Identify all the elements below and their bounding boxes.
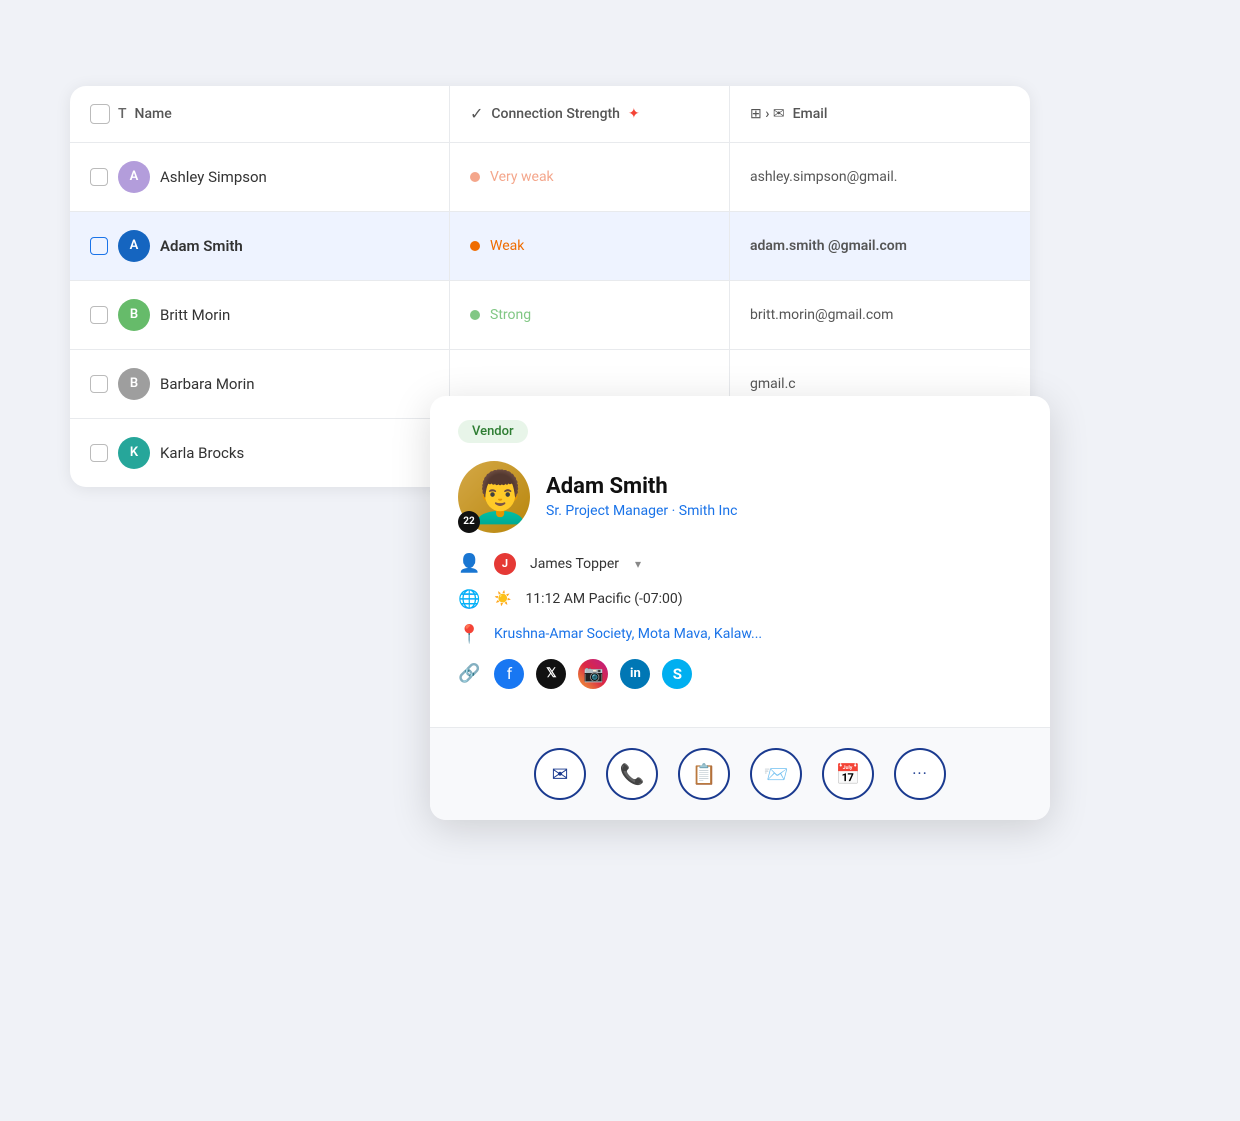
row-checkbox[interactable] [90, 375, 108, 393]
email-button[interactable]: ✉ [534, 748, 586, 800]
contact-popup: Vendor 22 Adam Smith Sr. Project Manager… [430, 396, 1050, 820]
name-cell: B Barbara Morin [70, 350, 450, 418]
sparkle-icon: ✦ [628, 106, 640, 122]
time-icon: 🌐 [458, 589, 480, 610]
note-button[interactable]: 📋 [678, 748, 730, 800]
strength-dot [470, 241, 480, 251]
row-checkbox[interactable] [90, 444, 108, 462]
facebook-icon[interactable]: f [494, 659, 524, 689]
time-emoji: ☀️ [494, 591, 511, 607]
table-header: T Name ✓ Connection Strength ✦ ⊞ › ✉ Ema… [70, 86, 1030, 143]
strength-cell: Very weak [450, 143, 730, 211]
more-button[interactable]: ··· [894, 748, 946, 800]
linkedin-icon[interactable]: in [620, 659, 650, 689]
email-col-label: Email [793, 106, 828, 122]
strength-dot [470, 172, 480, 182]
strength-cell: Strong [450, 281, 730, 349]
name-col-label: Name [135, 106, 172, 122]
name-cell: A Adam Smith [70, 212, 450, 280]
name-cell: B Britt Morin [70, 281, 450, 349]
phone-button[interactable]: 📞 [606, 748, 658, 800]
popup-top: Vendor 22 Adam Smith Sr. Project Manager… [430, 396, 1050, 727]
avatar: A [118, 230, 150, 262]
contact-name: Adam Smith [160, 237, 243, 255]
strength-cell: Weak [450, 212, 730, 280]
popup-avatar-wrap: 22 [458, 461, 530, 533]
name-col-icon: T [118, 106, 127, 122]
owner-name: James Topper [530, 556, 619, 572]
link-icon: 🔗 [458, 663, 480, 684]
owner-avatar: J [494, 553, 516, 575]
email-cell: ashley.simpson@gmail. [730, 143, 1030, 211]
name-cell: A Ashley Simpson [70, 143, 450, 211]
owner-row: 👤 J James Topper ▾ [458, 553, 1022, 575]
main-container: T Name ✓ Connection Strength ✦ ⊞ › ✉ Ema… [70, 86, 1170, 1036]
name-cell: K Karla Brocks [70, 419, 450, 487]
strength-label: Strong [490, 307, 531, 323]
email-cell: adam.smith @gmail.com [730, 212, 1030, 280]
location-icon: 📍 [458, 624, 480, 645]
table-row[interactable]: A Adam Smith Weak adam.smith @gmail.com [70, 212, 1030, 281]
contact-name: Ashley Simpson [160, 168, 267, 186]
row-checkbox[interactable] [90, 237, 108, 255]
th-connection: ✓ Connection Strength ✦ [450, 86, 730, 142]
connection-check-icon: ✓ [470, 104, 483, 123]
avatar: A [118, 161, 150, 193]
email-value: adam.smith @gmail.com [750, 238, 907, 254]
chevron-down-icon[interactable]: ▾ [635, 557, 641, 571]
header-checkbox[interactable] [90, 104, 110, 124]
strength-label: Weak [490, 238, 524, 254]
avatar: B [118, 299, 150, 331]
contact-name: Karla Brocks [160, 444, 244, 462]
connection-col-label: Connection Strength [491, 106, 620, 122]
email-value: britt.morin@gmail.com [750, 307, 893, 323]
location-row: 📍 Krushna-Amar Society, Mota Mava, Kalaw… [458, 624, 1022, 645]
time-row: 🌐 ☀️ 11:12 AM Pacific (-07:00) [458, 589, 1022, 610]
contact-name: Britt Morin [160, 306, 230, 324]
strength-dot [470, 310, 480, 320]
avatar: B [118, 368, 150, 400]
email-value: gmail.c [750, 376, 796, 392]
time-value: 11:12 AM Pacific (-07:00) [525, 591, 682, 607]
owner-icon: 👤 [458, 553, 480, 574]
email-col-icon: ⊞ › ✉ [750, 106, 785, 122]
social-icons: f 𝕏 📷 in S [494, 659, 692, 689]
contact-name: Barbara Morin [160, 375, 255, 393]
popup-job-title: Sr. Project Manager · Smith Inc [546, 503, 737, 519]
popup-identity: 22 Adam Smith Sr. Project Manager · Smit… [458, 461, 1022, 533]
twitter-icon[interactable]: 𝕏 [536, 659, 566, 689]
popup-contact-name: Adam Smith [546, 474, 737, 499]
strength-label: Very weak [490, 169, 554, 185]
location-value[interactable]: Krushna-Amar Society, Mota Mava, Kalaw..… [494, 626, 762, 642]
social-row: 🔗 f 𝕏 📷 in S [458, 659, 1022, 689]
popup-details: 👤 J James Topper ▾ 🌐 ☀️ 11:12 AM Pacific… [458, 553, 1022, 689]
badge-number: 22 [458, 511, 480, 533]
vendor-badge: Vendor [458, 420, 528, 443]
skype-icon[interactable]: S [662, 659, 692, 689]
popup-name-title: Adam Smith Sr. Project Manager · Smith I… [546, 474, 737, 519]
row-checkbox[interactable] [90, 168, 108, 186]
popup-actions: ✉ 📞 📋 📨 📅 ··· [430, 727, 1050, 820]
calendar-button[interactable]: 📅 [822, 748, 874, 800]
send-email-button[interactable]: 📨 [750, 748, 802, 800]
th-name: T Name [70, 86, 450, 142]
row-checkbox[interactable] [90, 306, 108, 324]
avatar: K [118, 437, 150, 469]
email-value: ashley.simpson@gmail. [750, 169, 897, 185]
table-row[interactable]: A Ashley Simpson Very weak ashley.simpso… [70, 143, 1030, 212]
table-row[interactable]: B Britt Morin Strong britt.morin@gmail.c… [70, 281, 1030, 350]
th-email: ⊞ › ✉ Email [730, 86, 1030, 142]
popup-company[interactable]: Smith Inc [679, 503, 738, 519]
email-cell: britt.morin@gmail.com [730, 281, 1030, 349]
instagram-icon[interactable]: 📷 [578, 659, 608, 689]
